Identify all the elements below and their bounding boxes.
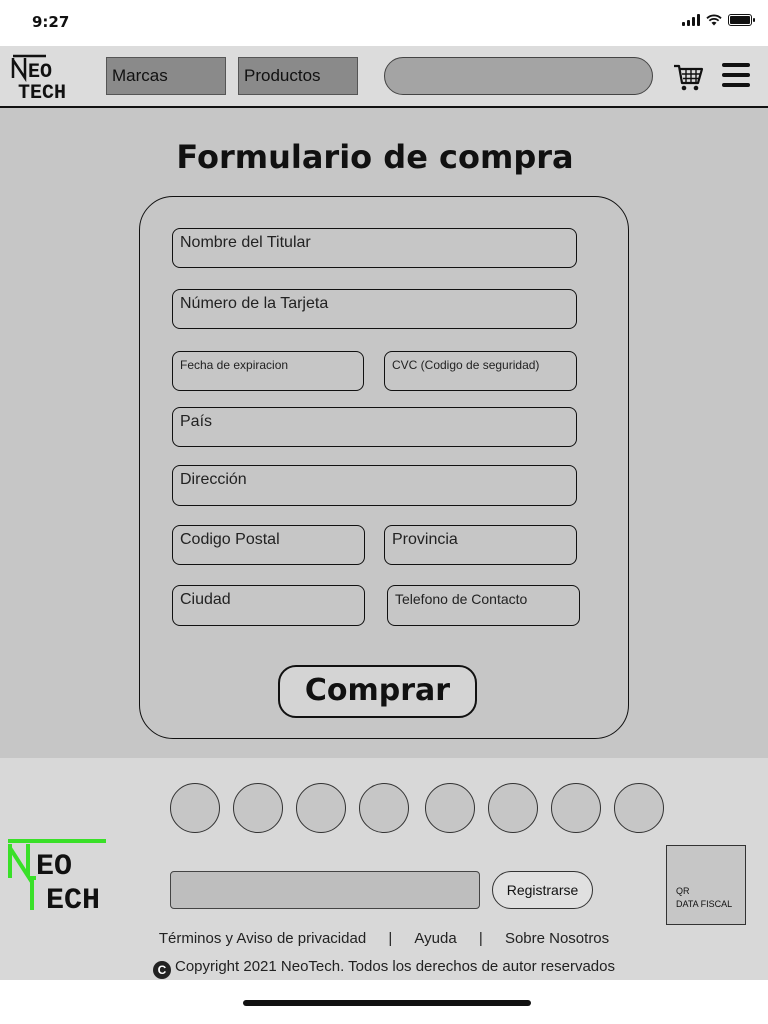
home-indicator[interactable] (243, 1000, 531, 1006)
titular-name-field[interactable]: Nombre del Titular (172, 228, 577, 268)
expiration-date-placeholder: Fecha de expiracion (180, 358, 289, 372)
status-bar: 9:27 (0, 0, 768, 46)
cvc-placeholder: CVC (Codigo de seguridad) (392, 358, 540, 372)
phone-placeholder: Telefono de Contacto (395, 591, 528, 607)
social-icon-7[interactable] (551, 783, 601, 833)
cart-icon[interactable] (671, 59, 705, 93)
page: 9:27 EO TECH Marcas Productos Formulario… (0, 0, 768, 1024)
province-placeholder: Provincia (392, 531, 458, 548)
copyright-icon: C (153, 961, 171, 979)
footer-links: Términos y Aviso de privacidad | Ayuda |… (0, 930, 768, 947)
footer: EO ECH Registrarse QR DATA FISCAL Términ… (0, 758, 768, 980)
battery-icon (728, 14, 755, 26)
search-input[interactable] (384, 57, 653, 95)
expiration-date-field[interactable]: Fecha de expiracion (172, 351, 364, 391)
page-title: Formulario de compra (176, 138, 574, 176)
phone-field[interactable]: Telefono de Contacto (387, 585, 580, 626)
header: EO TECH Marcas Productos (0, 46, 768, 108)
status-icons (682, 14, 755, 26)
footer-logo-eo: EO (36, 850, 72, 884)
province-field[interactable]: Provincia (384, 525, 577, 565)
wifi-icon (706, 14, 722, 26)
qr-data-fiscal[interactable]: QR DATA FISCAL (666, 845, 746, 925)
data-fiscal-label: DATA FISCAL (676, 899, 733, 909)
main-content: Formulario de compra Nombre del Titular … (0, 108, 768, 758)
social-icon-6[interactable] (488, 783, 538, 833)
social-icon-2[interactable] (233, 783, 283, 833)
postal-code-placeholder: Codigo Postal (180, 531, 280, 548)
city-placeholder: Ciudad (180, 591, 231, 608)
social-icon-3[interactable] (296, 783, 346, 833)
social-icon-5[interactable] (425, 783, 475, 833)
titular-name-placeholder: Nombre del Titular (180, 234, 311, 251)
about-link[interactable]: Sobre Nosotros (505, 930, 609, 947)
logo-eo: EO (28, 61, 52, 84)
country-field[interactable]: País (172, 407, 577, 447)
address-field[interactable]: Dirección (172, 465, 577, 506)
nav-marcas-button[interactable]: Marcas (106, 57, 226, 95)
purchase-form: Nombre del Titular Número de la Tarjeta … (139, 196, 629, 739)
cvc-field[interactable]: CVC (Codigo de seguridad) (384, 351, 577, 391)
neotech-logo[interactable]: EO TECH (8, 54, 74, 100)
comprar-button[interactable]: Comprar (278, 665, 477, 718)
register-button[interactable]: Registrarse (492, 871, 593, 909)
logo-tech: TECH (18, 82, 66, 100)
card-number-field[interactable]: Número de la Tarjeta (172, 289, 577, 329)
footer-neotech-logo: EO ECH (8, 839, 106, 912)
status-time: 9:27 (32, 13, 70, 31)
card-number-placeholder: Número de la Tarjeta (180, 295, 329, 312)
newsletter-input[interactable] (170, 871, 480, 909)
postal-code-field[interactable]: Codigo Postal (172, 525, 365, 565)
terms-link[interactable]: Términos y Aviso de privacidad (159, 930, 366, 947)
country-placeholder: País (180, 413, 213, 430)
signal-icon (682, 14, 700, 26)
copyright-text: Copyright 2021 NeoTech. Todos los derech… (175, 958, 615, 975)
link-separator: | (388, 930, 393, 947)
social-icon-8[interactable] (614, 783, 664, 833)
nav-productos-button[interactable]: Productos (238, 57, 358, 95)
copyright: C Copyright 2021 NeoTech. Todos los derec… (0, 958, 768, 979)
link-separator: | (478, 930, 483, 947)
help-link[interactable]: Ayuda (414, 930, 456, 947)
social-icon-1[interactable] (170, 783, 220, 833)
footer-logo-ech: ECH (46, 884, 100, 912)
address-placeholder: Dirección (180, 471, 247, 488)
city-field[interactable]: Ciudad (172, 585, 365, 626)
qr-label: QR (676, 886, 690, 896)
social-icon-4[interactable] (359, 783, 409, 833)
menu-icon[interactable] (722, 63, 750, 89)
